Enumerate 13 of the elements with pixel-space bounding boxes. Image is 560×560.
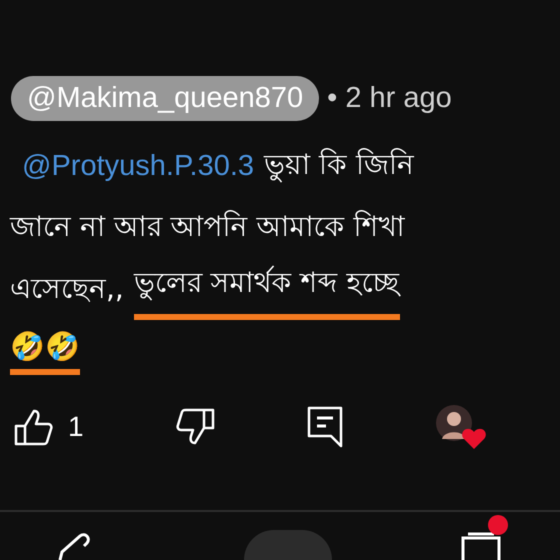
mention-link[interactable]: @Protyush.P.30.3 [22, 150, 254, 182]
author-name[interactable]: @Makima_queen870 [11, 76, 320, 121]
comment-text: এসেছেন,, [10, 270, 124, 306]
comment-text: ভুয়া কি জিনি [264, 146, 414, 184]
comment-text: জানে না আর আপনি আমাকে শিখা [10, 208, 405, 244]
thumbs-down-icon[interactable] [175, 408, 216, 446]
reply-icon[interactable] [306, 406, 343, 448]
underlined-text: 🤣🤣 [10, 330, 80, 374]
comment-time: • 2 hr ago [327, 82, 452, 115]
underlined-text: ভুলের সমার্থক শব্দ হচ্ছে [134, 260, 400, 320]
like-count: 1 [68, 411, 84, 443]
thumbs-up-icon[interactable] [14, 408, 54, 446]
subscriptions-icon[interactable] [460, 514, 510, 560]
